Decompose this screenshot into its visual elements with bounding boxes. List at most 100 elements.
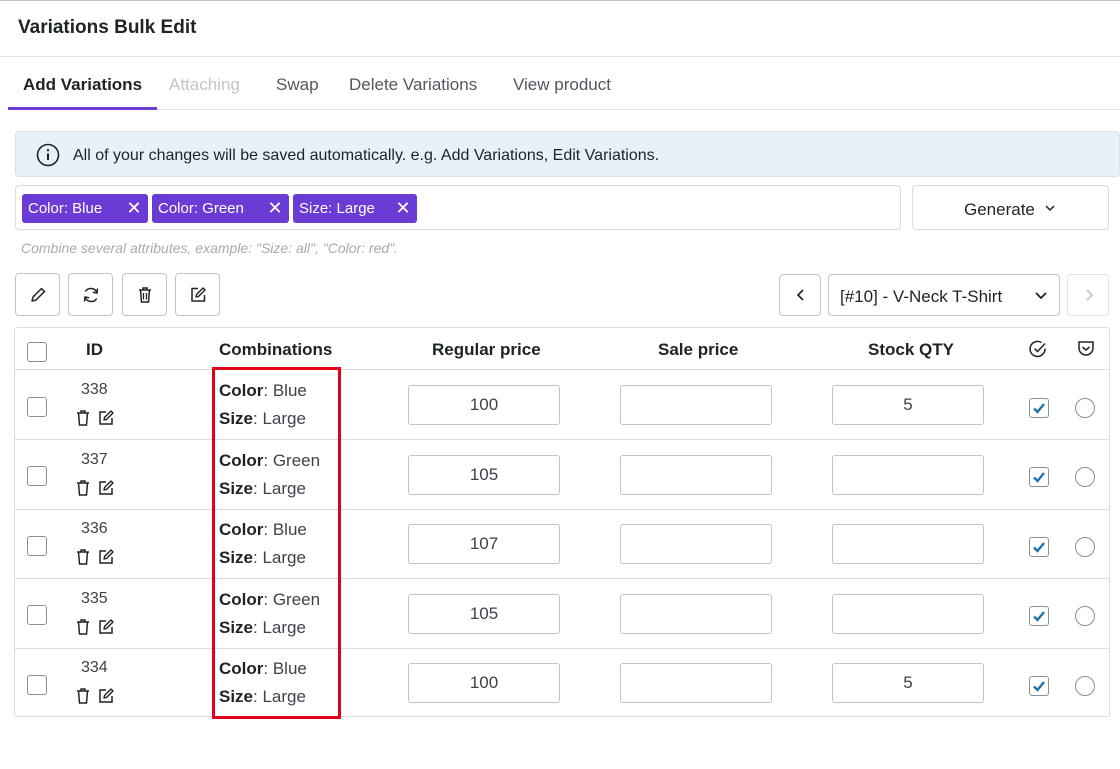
remove-tag-icon[interactable]: ✕ <box>389 194 417 223</box>
checkmark-icon <box>1033 403 1045 414</box>
combination-size: Size: Large <box>219 479 306 499</box>
regular-price-input[interactable]: 107 <box>408 524 560 564</box>
tab-attaching[interactable]: Attaching <box>154 57 255 110</box>
shield-check-icon[interactable] <box>1076 339 1096 359</box>
stock-qty-input[interactable] <box>832 594 984 634</box>
enabled-checkbox[interactable] <box>1029 398 1049 418</box>
trash-icon[interactable] <box>74 409 92 427</box>
notice-text: All of your changes will be saved automa… <box>73 147 660 164</box>
combination-size: Size: Large <box>219 687 306 707</box>
trash-icon[interactable] <box>74 618 92 636</box>
attribute-value: : Large <box>253 618 306 637</box>
tab-delete-variations[interactable]: Delete Variations <box>334 57 492 110</box>
product-select[interactable]: [#10] - V-Neck T-Shirt <box>828 274 1060 316</box>
enabled-checkbox[interactable] <box>1029 537 1049 557</box>
default-radio[interactable] <box>1075 676 1095 696</box>
sale-price-input[interactable] <box>620 455 772 495</box>
enabled-checkbox[interactable] <box>1029 676 1049 696</box>
generate-button[interactable]: Generate <box>912 185 1109 230</box>
check-circle-icon[interactable] <box>1028 339 1048 359</box>
default-radio[interactable] <box>1075 537 1095 557</box>
checkmark-icon <box>1033 472 1045 483</box>
stock-qty-input[interactable] <box>832 524 984 564</box>
variation-id: 338 <box>81 381 108 398</box>
remove-tag-icon[interactable]: ✕ <box>120 194 148 223</box>
attribute-tag: Size: Large ✕ <box>293 194 417 223</box>
combination-color: Color: Blue <box>219 520 307 540</box>
combination-color: Color: Blue <box>219 659 307 679</box>
tab-swap[interactable]: Swap <box>261 57 334 110</box>
edit-square-icon[interactable] <box>97 409 115 427</box>
sale-price-input[interactable] <box>620 594 772 634</box>
variation-id: 336 <box>81 520 108 537</box>
attribute-name: Color <box>219 590 264 609</box>
column-header-id: ID <box>86 340 103 359</box>
tab-add-variations[interactable]: Add Variations <box>8 57 158 110</box>
attribute-value: : Green <box>263 451 321 470</box>
next-product-button[interactable] <box>1067 274 1109 316</box>
attribute-name: Color <box>219 659 264 678</box>
bulk-edit-button[interactable] <box>15 273 60 316</box>
combination-size: Size: Large <box>219 548 306 568</box>
trash-icon[interactable] <box>74 548 92 566</box>
delete-selected-button[interactable] <box>122 273 167 316</box>
sale-price-input[interactable] <box>620 663 772 703</box>
attribute-value: : Large <box>253 687 306 706</box>
column-header-stock-qty: Stock QTY <box>868 340 954 359</box>
variation-id: 334 <box>81 659 108 676</box>
sale-price-input[interactable] <box>620 524 772 564</box>
refresh-button[interactable] <box>68 273 113 316</box>
edit-square-icon[interactable] <box>97 548 115 566</box>
table-header-row: ID Combinations Regular price Sale price… <box>15 328 1109 370</box>
checkmark-icon <box>1033 542 1045 553</box>
attribute-name: Color <box>219 451 264 470</box>
variation-id: 337 <box>81 451 108 468</box>
prev-product-button[interactable] <box>779 274 821 316</box>
row-checkbox[interactable] <box>27 466 47 486</box>
table-row: 338 Color: Blue Size: Large 100 5 <box>15 370 1109 440</box>
trash-icon[interactable] <box>74 687 92 705</box>
info-icon <box>36 143 60 167</box>
attribute-name: Color <box>219 520 264 539</box>
regular-price-input[interactable]: 105 <box>408 594 560 634</box>
row-checkbox[interactable] <box>27 536 47 556</box>
enabled-checkbox[interactable] <box>1029 467 1049 487</box>
attribute-tag-label: Color: Blue <box>28 200 103 217</box>
default-radio[interactable] <box>1075 467 1095 487</box>
attribute-name: Color <box>219 381 264 400</box>
column-header-sale-price: Sale price <box>658 340 739 359</box>
attribute-name: Size <box>219 618 254 637</box>
attribute-value: : Large <box>253 479 306 498</box>
regular-price-input[interactable]: 100 <box>408 385 560 425</box>
row-checkbox[interactable] <box>27 397 47 417</box>
default-radio[interactable] <box>1075 398 1095 418</box>
product-select-value: [#10] - V-Neck T-Shirt <box>840 287 1003 306</box>
edit-selected-button[interactable] <box>175 273 220 316</box>
combination-color: Color: Green <box>219 451 320 471</box>
trash-icon[interactable] <box>74 479 92 497</box>
edit-square-icon[interactable] <box>97 687 115 705</box>
stock-qty-input[interactable]: 5 <box>832 385 984 425</box>
default-radio[interactable] <box>1075 606 1095 626</box>
checkmark-icon <box>1033 611 1045 622</box>
edit-square-icon <box>191 287 206 302</box>
sale-price-input[interactable] <box>620 385 772 425</box>
row-checkbox[interactable] <box>27 675 47 695</box>
stock-qty-input[interactable]: 5 <box>832 663 984 703</box>
attribute-value: : Blue <box>263 520 307 539</box>
regular-price-input[interactable]: 105 <box>408 455 560 495</box>
edit-square-icon[interactable] <box>97 479 115 497</box>
edit-square-icon[interactable] <box>97 618 115 636</box>
row-checkbox[interactable] <box>27 605 47 625</box>
remove-tag-icon[interactable]: ✕ <box>261 194 289 223</box>
variation-id: 335 <box>81 590 108 607</box>
tab-view-product[interactable]: View product <box>498 57 626 110</box>
regular-price-input[interactable]: 100 <box>408 663 560 703</box>
select-all-checkbox[interactable] <box>27 342 47 362</box>
stock-qty-input[interactable] <box>832 455 984 495</box>
attribute-tag-input[interactable]: Color: Blue ✕ Color: Green ✕ Size: Large… <box>15 185 901 230</box>
generate-label: Generate <box>964 200 1035 219</box>
enabled-checkbox[interactable] <box>1029 606 1049 626</box>
column-header-combinations: Combinations <box>219 340 333 359</box>
chevron-right-icon <box>1086 289 1094 301</box>
